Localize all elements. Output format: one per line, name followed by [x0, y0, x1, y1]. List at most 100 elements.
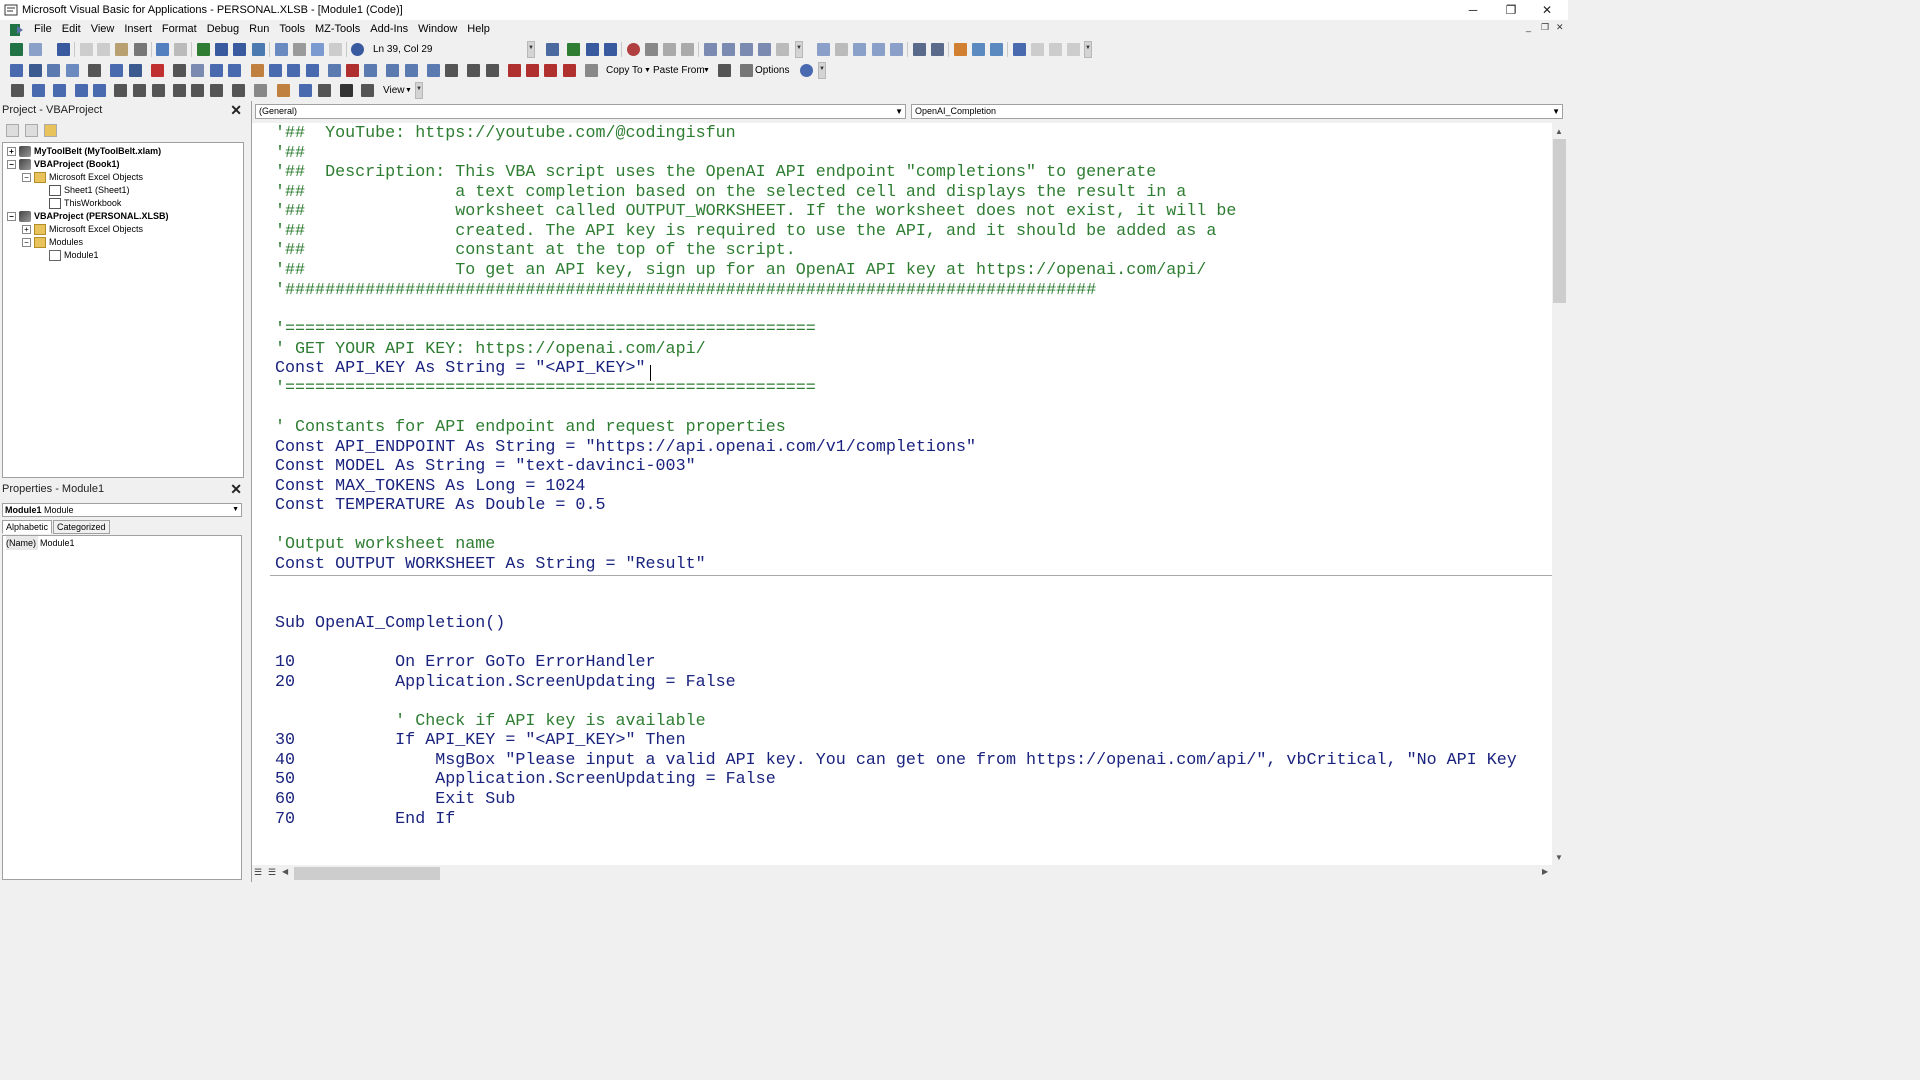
- toggle-folders-icon[interactable]: [44, 124, 57, 137]
- code-line[interactable]: '##: [275, 144, 305, 164]
- mdi-close-icon[interactable]: ✕: [1556, 22, 1564, 33]
- code-editor[interactable]: '## YouTube: https://youtube.com/@coding…: [252, 123, 1552, 865]
- menu-mz-tools[interactable]: MZ-Tools: [310, 20, 365, 39]
- list-constants-icon[interactable]: [835, 43, 848, 56]
- code-line[interactable]: ' GET YOUR API KEY: https://openai.com/a…: [275, 340, 706, 360]
- code-line[interactable]: '#######################################…: [275, 281, 1096, 301]
- options-button[interactable]: Options: [755, 60, 789, 81]
- edit-extra-icon[interactable]: [1067, 43, 1080, 56]
- code-line[interactable]: 20 Application.ScreenUpdating = False: [275, 673, 736, 693]
- paste-icon[interactable]: [115, 43, 128, 56]
- mz2-icon-16[interactable]: [318, 84, 331, 97]
- mz2-icon-5[interactable]: [93, 84, 106, 97]
- clear-bookmarks-icon[interactable]: [1049, 43, 1062, 56]
- mz-icon-2[interactable]: [29, 64, 42, 77]
- code-line[interactable]: '## worksheet called OUTPUT_WORKSHEET. I…: [275, 202, 1236, 222]
- chevron-down-icon[interactable]: ▼: [895, 105, 903, 118]
- code-line[interactable]: Sub OpenAI_Completion(): [275, 614, 505, 634]
- quick-info-icon[interactable]: [853, 43, 866, 56]
- help-globe-icon[interactable]: [800, 64, 813, 77]
- code-line[interactable]: Const OUTPUT WORKSHEET As String = "Resu…: [275, 555, 706, 575]
- undo-icon[interactable]: [156, 43, 169, 56]
- mz-icon-18[interactable]: [346, 64, 359, 77]
- mz2-icon-11[interactable]: [210, 84, 223, 97]
- code-line[interactable]: '## created. The API key is required to …: [275, 222, 1216, 242]
- mz-icon-21[interactable]: [405, 64, 418, 77]
- mz2-icon-10[interactable]: [191, 84, 204, 97]
- code-line[interactable]: Const MAX_TOKENS As Long = 1024: [275, 477, 585, 497]
- mz-icon-14[interactable]: [269, 64, 282, 77]
- indent-icon[interactable]: [913, 43, 926, 56]
- mz-icon-15[interactable]: [287, 64, 300, 77]
- previous-bookmark-icon[interactable]: [1031, 43, 1044, 56]
- help-icon[interactable]: [351, 43, 364, 56]
- scroll-down-icon[interactable]: ▼: [1555, 853, 1563, 862]
- comment-block-icon[interactable]: [972, 43, 985, 56]
- tree-item-vbaproject-book1[interactable]: − VBAProject (Book1): [7, 158, 120, 171]
- stop-icon[interactable]: [604, 43, 617, 56]
- mz-icon-28[interactable]: [544, 64, 557, 77]
- mz-icon-6[interactable]: [110, 64, 123, 77]
- break-icon[interactable]: [215, 43, 228, 56]
- procedure-view-icon[interactable]: ☰: [254, 867, 262, 878]
- tree-item-sheet1[interactable]: Sheet1 (Sheet1): [49, 184, 130, 197]
- pause-icon[interactable]: [586, 43, 599, 56]
- tab-alphabetic[interactable]: Alphabetic: [2, 520, 53, 534]
- object-combo[interactable]: (General) ▼: [255, 104, 906, 119]
- mz-icon-3[interactable]: [47, 64, 60, 77]
- mz2-toolbar-options-icon[interactable]: [415, 82, 423, 99]
- code-line[interactable]: '## constant at the top of the script.: [275, 241, 796, 261]
- watch-window-icon[interactable]: [740, 43, 753, 56]
- view-dropdown-icon[interactable]: ▼: [405, 80, 412, 101]
- code-line[interactable]: Const API_KEY As String = "<API_KEY>": [275, 359, 646, 379]
- find-icon[interactable]: [134, 43, 147, 56]
- tree-item-excel-objects-personal[interactable]: + Microsoft Excel Objects: [22, 223, 143, 236]
- view-code-icon[interactable]: [6, 124, 19, 137]
- chevron-down-icon[interactable]: ▼: [232, 504, 239, 516]
- minimize-icon[interactable]: ─: [1454, 0, 1492, 20]
- immediate-window-icon[interactable]: [722, 43, 735, 56]
- mz-icon-27[interactable]: [526, 64, 539, 77]
- expand-icon[interactable]: +: [7, 147, 16, 156]
- mz-icon-20[interactable]: [386, 64, 399, 77]
- mz2-icon-18[interactable]: [361, 84, 374, 97]
- scroll-thumb[interactable]: [1553, 139, 1566, 303]
- mdi-restore-icon[interactable]: ❐: [1541, 22, 1549, 33]
- tree-item-vbaproject-personal[interactable]: − VBAProject (PERSONAL.XLSB): [7, 210, 169, 223]
- menu-view[interactable]: View: [86, 20, 120, 39]
- mz2-icon-15[interactable]: [299, 84, 312, 97]
- properties-window-icon[interactable]: [293, 43, 306, 56]
- mz-icon-22[interactable]: [427, 64, 440, 77]
- code-line[interactable]: '## a text completion based on the selec…: [275, 183, 1186, 203]
- paste-from-dropdown-icon[interactable]: ▼: [703, 60, 710, 81]
- full-module-view-icon[interactable]: ☰: [268, 867, 276, 878]
- code-line[interactable]: Const API_ENDPOINT As String = "https://…: [275, 438, 976, 458]
- parameter-info-icon[interactable]: [872, 43, 885, 56]
- scroll-right-icon[interactable]: ▶: [1542, 867, 1548, 876]
- mz-icon-5[interactable]: [88, 64, 101, 77]
- paste-from-button[interactable]: Paste From: [653, 60, 705, 81]
- list-properties-icon[interactable]: [817, 43, 830, 56]
- debug-toolbar-options-icon[interactable]: [795, 41, 803, 58]
- mz-toolbar-options-icon[interactable]: [818, 62, 826, 79]
- collapse-icon[interactable]: −: [22, 173, 31, 182]
- code-line[interactable]: Const TEMPERATURE As Double = 0.5: [275, 496, 605, 516]
- chevron-down-icon[interactable]: ▼: [1552, 105, 1560, 118]
- code-horizontal-scrollbar[interactable]: ☰ ☰ ◀ ▶: [252, 865, 1552, 882]
- restore-icon[interactable]: ❐: [1492, 0, 1530, 20]
- mz-icon-1[interactable]: [10, 64, 23, 77]
- locals-window-icon[interactable]: [704, 43, 717, 56]
- run-icon[interactable]: [197, 43, 210, 56]
- expand-icon[interactable]: +: [22, 225, 31, 234]
- code-line[interactable]: '=======================================…: [275, 379, 816, 399]
- eraser-icon[interactable]: [585, 64, 598, 77]
- tree-item-modules[interactable]: − Modules: [22, 236, 83, 249]
- mz-icon-16[interactable]: [306, 64, 319, 77]
- mz2-icon-14[interactable]: [277, 84, 290, 97]
- code-line[interactable]: '## YouTube: https://youtube.com/@coding…: [275, 124, 736, 144]
- run-sub-icon[interactable]: [567, 43, 580, 56]
- excel-vba-icon[interactable]: [9, 23, 25, 37]
- properties-object-combo[interactable]: Module1 Module ▼: [2, 503, 242, 517]
- collapse-icon[interactable]: −: [7, 160, 16, 169]
- copy-to-button[interactable]: Copy To: [606, 60, 643, 81]
